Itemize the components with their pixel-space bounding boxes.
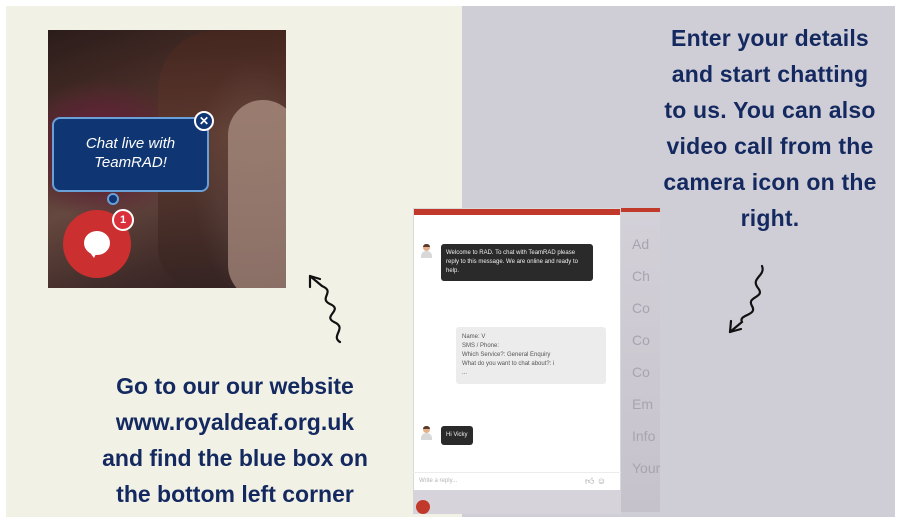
right-caption-line-3: to us. You can also [664,97,876,123]
right-caption-line-4: video call from the [666,133,874,159]
chat-live-bubble[interactable]: Chat live with TeamRAD! [52,117,209,192]
right-caption-line-1: Enter your details [671,25,869,51]
right-instruction-caption: Enter your details and start chatting to… [630,20,901,236]
background-menu-item: Co [632,300,650,316]
page-footer [413,490,621,514]
background-menu-item: Ch [632,268,650,284]
squiggle-arrow-right [728,264,764,334]
right-caption-line-2: and start chatting [671,61,869,87]
reply-icons: 👍︎ ☺ [585,476,606,487]
notification-badge: 1 [112,209,134,231]
header-strip [620,208,660,212]
background-menu-item: Co [632,332,650,348]
thumbs-up-icon[interactable]: 👍︎ [585,476,594,486]
left-caption-line-3: and find the blue box on [102,445,368,471]
close-icon[interactable]: ✕ [194,111,214,131]
left-caption-line-1: Go to our our website [116,373,354,399]
form-line: What do you want to chat about?: i [462,361,555,367]
left-instruction-caption: Go to our our website www.royaldeaf.org.… [20,368,450,512]
left-caption-line-2: www.royaldeaf.org.uk [115,409,355,435]
left-caption-line-4: the bottom left corner [116,481,354,507]
background-menu-item: Ad [632,236,650,252]
squiggle-arrow-left [308,274,342,344]
background-menu-item: Your [632,460,661,476]
bubble-line-2: TeamRAD! [94,154,167,171]
chat-bubble-tail [88,250,98,258]
emoji-icon[interactable]: ☺ [597,476,606,486]
form-line: ... [462,370,468,376]
launcher-dot [416,500,430,514]
form-line: Name: V [462,334,486,340]
user-form-message: Name: V SMS / Phone: Which Service?: Gen… [456,327,606,384]
background-menu-item: Em [632,396,653,412]
background-menu-item: Co [632,364,650,380]
agent-avatar [420,244,432,258]
form-line: SMS / Phone: [462,343,500,349]
welcome-message: Welcome to RAD. To chat with TeamRAD ple… [441,244,593,281]
agent-reply-message: Hi Vicky [441,426,473,445]
bubble-line-1: Chat live with [85,135,176,152]
chat-window-header [414,209,620,215]
agent-avatar [420,426,432,440]
form-line: Which Service?: General Enquiry [462,352,551,358]
background-menu-item: Info [632,428,656,444]
right-caption-line-6: right. [740,205,800,231]
right-caption-line-5: camera icon on the [663,169,877,195]
background-menu: Ad Ch Co Co Co Em Info Your [620,212,660,512]
bubble-pointer-dot [107,193,119,205]
